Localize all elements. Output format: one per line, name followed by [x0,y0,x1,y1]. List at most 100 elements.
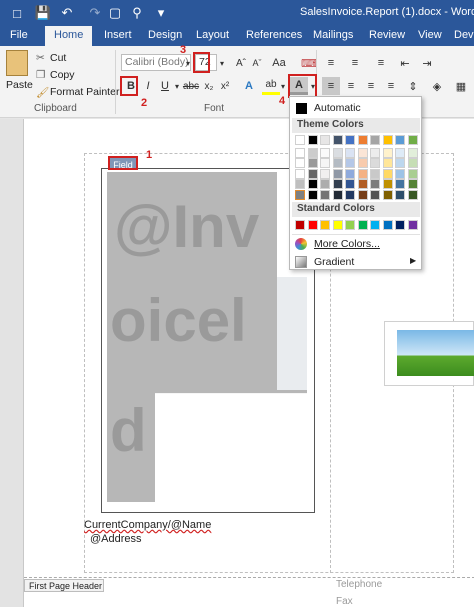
font-size-dropdown-icon[interactable]: ▾ [217,54,227,72]
multilevel-list-icon[interactable]: ≡ [372,54,390,72]
theme-color-swatch[interactable] [345,158,355,168]
theme-color-swatch[interactable] [307,135,318,145]
theme-color-swatch[interactable] [382,158,393,168]
new-doc-icon[interactable]: ▢ [106,4,124,22]
standard-color-swatch[interactable] [307,220,318,230]
theme-color-swatch[interactable] [370,179,380,189]
theme-color-swatch[interactable] [357,158,368,168]
company-name-line[interactable]: CurrentCompany/@Name [84,519,211,531]
justify-icon[interactable]: ≡ [382,77,400,95]
theme-color-swatch[interactable] [407,147,418,158]
theme-color-swatch[interactable] [295,135,305,145]
theme-color-swatch[interactable] [407,168,418,179]
fax-label[interactable]: Fax [336,596,353,607]
theme-color-swatch[interactable] [307,147,318,158]
theme-color-swatch[interactable] [382,189,393,200]
theme-color-swatch[interactable] [345,168,355,179]
print-preview-icon[interactable]: ⚲ [128,4,146,22]
theme-color-swatch[interactable] [320,168,330,179]
bullets-icon[interactable]: ≡ [322,54,340,72]
theme-color-swatch[interactable] [395,179,405,189]
theme-color-swatch[interactable] [307,189,318,200]
align-right-icon[interactable]: ≡ [362,77,380,95]
theme-color-swatch[interactable] [370,135,380,145]
theme-color-swatch[interactable] [307,179,318,189]
save-icon[interactable]: 💾 [34,4,52,22]
theme-color-swatch[interactable] [295,179,305,189]
tab-view[interactable]: View [418,29,442,41]
standard-color-swatch[interactable] [395,220,405,230]
standard-color-swatch[interactable] [357,220,368,230]
align-left-icon[interactable]: ≡ [322,77,340,95]
theme-color-swatch[interactable] [382,179,393,189]
standard-color-swatch[interactable] [407,220,418,230]
theme-color-swatch[interactable] [320,158,330,168]
theme-color-swatch[interactable] [395,158,405,168]
address-line[interactable]: @Address [90,533,142,545]
align-center-icon[interactable]: ≡ [342,77,360,95]
undo-icon[interactable]: ↶ [58,4,76,22]
theme-color-swatch[interactable] [320,135,330,145]
theme-color-swatch[interactable] [395,189,405,200]
theme-color-swatch[interactable] [357,147,368,158]
tab-file[interactable]: File [10,29,28,41]
theme-color-swatch[interactable] [382,147,393,158]
numbering-icon[interactable]: ≡ [346,54,364,72]
italic-button[interactable]: I [139,77,157,95]
tab-design[interactable]: Design [148,29,182,41]
shading-icon[interactable]: ◈ [428,77,446,95]
theme-color-swatch[interactable] [307,168,318,179]
theme-color-swatch[interactable] [332,158,343,168]
theme-color-swatch[interactable] [407,189,418,200]
theme-color-swatch[interactable] [345,147,355,158]
tab-developer[interactable]: Dev [454,29,474,41]
theme-color-swatch[interactable] [357,179,368,189]
line-spacing-icon[interactable]: ⇕ [404,77,422,95]
shrink-font-icon[interactable]: Aˇ [248,54,266,72]
theme-color-swatch[interactable] [332,168,343,179]
theme-color-swatch[interactable] [332,147,343,158]
tab-layout[interactable]: Layout [196,29,229,41]
theme-color-swatch[interactable] [395,135,405,145]
standard-color-swatch[interactable] [320,220,330,230]
theme-color-swatch[interactable] [345,179,355,189]
tab-references[interactable]: References [246,29,302,41]
standard-color-swatch[interactable] [295,220,305,230]
automatic-color-item[interactable]: Automatic [290,100,421,117]
theme-color-swatch[interactable] [370,189,380,200]
font-name-dropdown-icon[interactable]: ▾ [183,54,193,72]
theme-color-swatch[interactable] [407,158,418,168]
paste-button[interactable]: Paste [6,79,33,91]
strikethrough-icon[interactable]: abc [182,77,200,95]
theme-color-swatch[interactable] [407,135,418,145]
theme-color-swatch[interactable] [320,179,330,189]
theme-color-swatch[interactable] [295,189,305,200]
tab-home[interactable]: Home [45,26,93,46]
decrease-indent-icon[interactable]: ⇤ [396,54,414,72]
borders-icon[interactable]: ▦ [452,77,470,95]
copy-button[interactable]: Copy [50,69,75,81]
change-case-icon[interactable]: Aa [270,54,288,72]
telephone-label[interactable]: Telephone [336,579,382,590]
tab-review[interactable]: Review [369,29,405,41]
theme-color-swatch[interactable] [332,189,343,200]
paste-icon[interactable] [6,50,28,76]
text-effects-icon[interactable]: A [240,77,258,95]
theme-color-swatch[interactable] [395,168,405,179]
quick-access-customize-icon[interactable]: ▾ [152,4,170,22]
field-container[interactable]: @Inv oicel d [101,168,315,513]
standard-color-swatch[interactable] [370,220,380,230]
theme-color-swatch[interactable] [320,147,330,158]
field-tag[interactable]: Field [108,156,138,170]
format-painter-button[interactable]: Format Painter [50,86,119,98]
standard-color-swatch[interactable] [382,220,393,230]
theme-color-swatch[interactable] [395,147,405,158]
highlight-dropdown-icon[interactable]: ▾ [278,77,288,95]
theme-color-swatch[interactable] [320,189,330,200]
standard-color-swatch[interactable] [345,220,355,230]
logo-image[interactable] [384,321,474,386]
more-colors-item[interactable]: More Colors... [290,236,421,253]
theme-color-swatch[interactable] [345,189,355,200]
theme-color-swatch[interactable] [407,179,418,189]
theme-color-swatch[interactable] [307,158,318,168]
